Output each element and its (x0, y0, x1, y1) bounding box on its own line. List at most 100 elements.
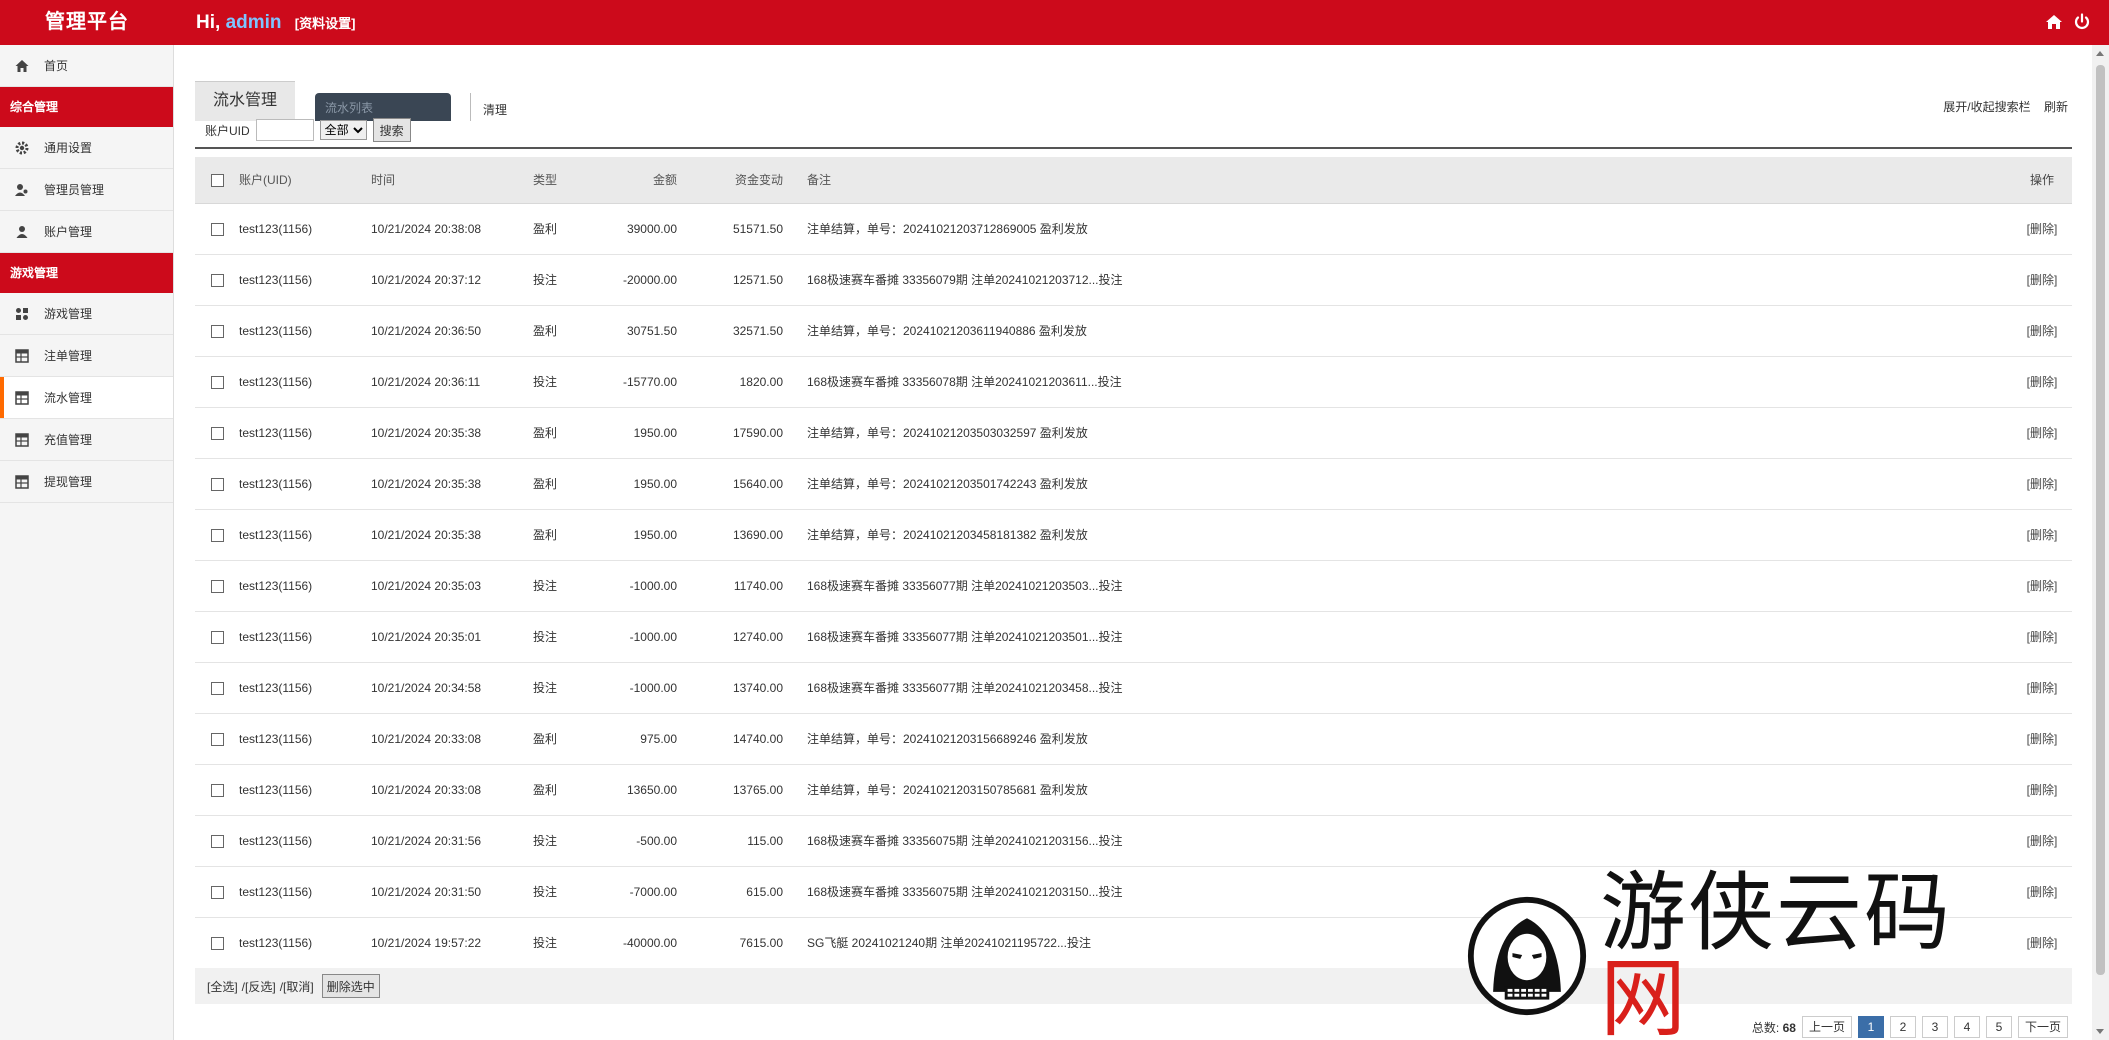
cell-time: 10/21/2024 20:34:58 (371, 662, 533, 714)
delete-link[interactable]: [删除] (2027, 273, 2058, 287)
row-checkbox[interactable] (210, 528, 224, 542)
table-icon (14, 432, 30, 448)
row-checkbox-cell (195, 611, 239, 663)
power-icon[interactable] (2073, 13, 2091, 31)
delete-link[interactable]: [删除] (2027, 426, 2058, 440)
sidebar-item-home[interactable]: 首页 (0, 45, 173, 87)
watermark-accent: 网 (1600, 949, 1688, 1040)
select-all-checkbox[interactable] (210, 173, 224, 187)
search-button[interactable]: 搜索 (372, 118, 411, 142)
row-checkbox[interactable] (210, 681, 224, 695)
cell-amount: 13650.00 (593, 764, 695, 816)
tab-flow-management[interactable]: 流水管理 (195, 81, 295, 121)
row-checkbox[interactable] (210, 375, 224, 389)
cell-op: [删除] (2012, 509, 2072, 561)
cell-type: 盈利 (533, 713, 593, 765)
delete-link[interactable]: [删除] (2027, 885, 2058, 899)
select-all-link[interactable]: [全选] (207, 978, 238, 995)
home-icon[interactable] (2045, 13, 2063, 31)
toggle-search-link[interactable]: 展开/收起搜索栏 (1943, 100, 2030, 114)
vertical-scrollbar[interactable] (2092, 45, 2109, 1040)
row-checkbox[interactable] (210, 579, 224, 593)
sidebar: 首页 综合管理 通用设置 管理员管理 账户管理 游戏管理 游戏管理 注单管理 流… (0, 45, 174, 1040)
scroll-up-arrow[interactable] (2096, 51, 2104, 56)
row-checkbox[interactable] (210, 324, 224, 338)
cell-amount: 39000.00 (593, 203, 695, 255)
cell-note: 168极速赛车番摊 33356077期 注单20241021203458...投… (807, 662, 2012, 714)
delete-link[interactable]: [删除] (2027, 783, 2058, 797)
delete-link[interactable]: [删除] (2027, 681, 2058, 695)
refresh-link[interactable]: 刷新 (2044, 100, 2068, 114)
header-amount: 金额 (593, 157, 695, 204)
sidebar-item-admin-management[interactable]: 管理员管理 (0, 169, 173, 211)
tab-divider (195, 147, 2072, 149)
row-checkbox-cell (195, 815, 239, 867)
cell-change: 13740.00 (695, 662, 807, 714)
sidebar-item-general-settings[interactable]: 通用设置 (0, 127, 173, 169)
cell-op: [删除] (2012, 407, 2072, 459)
delete-link[interactable]: [删除] (2027, 222, 2058, 236)
cell-type: 投注 (533, 560, 593, 612)
greeting-hi: Hi, (196, 12, 221, 33)
row-checkbox[interactable] (210, 885, 224, 899)
cancel-link[interactable]: /[取消] (280, 978, 314, 995)
sidebar-item-label: 提现管理 (44, 475, 93, 489)
cell-uid: test123(1156) (239, 764, 371, 816)
delete-link[interactable]: [删除] (2027, 324, 2058, 338)
delete-selected-button[interactable]: 删除选中 (321, 974, 380, 998)
cell-change: 12740.00 (695, 611, 807, 663)
sidebar-group-games[interactable]: 游戏管理 (0, 253, 173, 293)
sidebar-item-label: 通用设置 (44, 141, 93, 155)
scroll-down-arrow[interactable] (2096, 1029, 2104, 1034)
row-checkbox[interactable] (210, 936, 224, 950)
sidebar-item-flow-management[interactable]: 流水管理 (0, 377, 173, 419)
sidebar-item-account-management[interactable]: 账户管理 (0, 211, 173, 253)
sidebar-item-withdraw-management[interactable]: 提现管理 (0, 461, 173, 503)
type-select[interactable]: 全部 (319, 120, 367, 140)
scrollbar-thumb[interactable] (2096, 65, 2105, 975)
greeting: Hi, admin [资料设置] (196, 0, 355, 45)
cell-type: 盈利 (533, 509, 593, 561)
row-checkbox-cell (195, 713, 239, 765)
delete-link[interactable]: [删除] (2027, 630, 2058, 644)
uid-label: 账户UID (205, 123, 250, 138)
table-icon (14, 348, 30, 364)
row-checkbox-cell (195, 356, 239, 408)
row-checkbox[interactable] (210, 732, 224, 746)
row-checkbox[interactable] (210, 222, 224, 236)
cell-note: 注单结算，单号：20241021203611940886 盈利发放 (807, 305, 2012, 357)
row-checkbox[interactable] (210, 273, 224, 287)
delete-link[interactable]: [删除] (2027, 936, 2058, 950)
watermark-main: 游侠云码 (1600, 863, 1952, 963)
row-checkbox[interactable] (210, 834, 224, 848)
sidebar-group-general[interactable]: 综合管理 (0, 87, 173, 127)
cell-time: 10/21/2024 20:35:38 (371, 458, 533, 510)
invert-link[interactable]: /[反选] (242, 978, 276, 995)
sidebar-item-game-management[interactable]: 游戏管理 (0, 293, 173, 335)
sidebar-item-recharge-management[interactable]: 充值管理 (0, 419, 173, 461)
cell-type: 投注 (533, 815, 593, 867)
delete-link[interactable]: [删除] (2027, 732, 2058, 746)
delete-link[interactable]: [删除] (2027, 834, 2058, 848)
row-checkbox-cell (195, 866, 239, 918)
table-row: test123(1156) 10/21/2024 20:38:08 盈利 39000.… (195, 203, 2072, 255)
profile-settings-link[interactable]: [资料设置] (295, 16, 356, 31)
delete-link[interactable]: [删除] (2027, 579, 2058, 593)
uid-input[interactable] (255, 119, 314, 141)
cell-uid: test123(1156) (239, 815, 371, 867)
sidebar-item-label: 充值管理 (44, 433, 93, 447)
clear-link[interactable]: 清理 (470, 93, 507, 121)
delete-link[interactable]: [删除] (2027, 528, 2058, 542)
cell-time: 10/21/2024 20:35:03 (371, 560, 533, 612)
table-row: test123(1156) 10/21/2024 20:34:58 投注 -1000.… (195, 662, 2072, 714)
sidebar-item-bet-management[interactable]: 注单管理 (0, 335, 173, 377)
delete-link[interactable]: [删除] (2027, 375, 2058, 389)
cell-amount: -1000.00 (593, 662, 695, 714)
row-checkbox[interactable] (210, 783, 224, 797)
row-checkbox[interactable] (210, 630, 224, 644)
sidebar-item-label: 注单管理 (44, 349, 93, 363)
delete-link[interactable]: [删除] (2027, 477, 2058, 491)
row-checkbox[interactable] (210, 426, 224, 440)
row-checkbox[interactable] (210, 477, 224, 491)
watermark-text: 游侠云码网 (1600, 870, 2026, 1040)
